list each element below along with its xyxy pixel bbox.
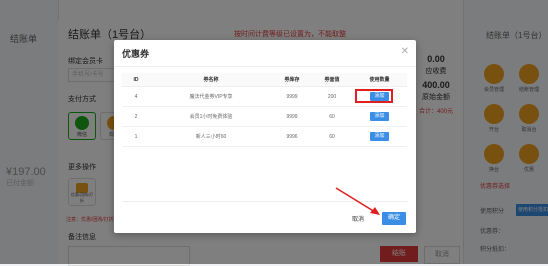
cell-action: 添加: [352, 126, 407, 147]
cell-value: 60: [312, 126, 352, 147]
cell-value: 200: [312, 86, 352, 107]
modal-cancel-button[interactable]: 取消: [352, 214, 364, 223]
col-qty: 使用数量: [352, 73, 407, 87]
coupon-modal: 优惠券 ✕ ID 券名称 券库存 券面值 使用数量 4 魔法代金券VIP专享 9…: [114, 40, 416, 233]
cell-stock: 9996: [272, 126, 312, 147]
cell-action: 添加: [352, 106, 407, 127]
col-id: ID: [122, 73, 150, 87]
cell-value: 60: [312, 106, 352, 127]
table-row: 1 新人三小时60 9996 60 添加: [122, 126, 407, 147]
cell-id: 1: [122, 126, 150, 147]
cell-name: 会员1小时免费体验: [150, 106, 272, 127]
add-coupon-button[interactable]: 添加: [370, 112, 389, 121]
col-value: 券面值: [312, 73, 352, 87]
col-stock: 券库存: [272, 73, 312, 87]
col-name: 券名称: [150, 73, 272, 87]
cell-stock: 9999: [272, 86, 312, 107]
modal-confirm-button[interactable]: 确定: [382, 212, 406, 225]
cell-name: 魔法代金券VIP专享: [150, 86, 272, 107]
cell-name: 新人三小时60: [150, 126, 272, 147]
modal-title: 优惠券: [122, 49, 150, 59]
table-row: 2 会员1小时免费体验 9999 60 添加: [122, 106, 407, 127]
close-icon[interactable]: ✕: [401, 46, 409, 57]
add-coupon-button[interactable]: 添加: [370, 132, 389, 141]
modal-header: 优惠券 ✕: [114, 40, 416, 67]
highlight-annotation-box: [355, 89, 393, 103]
modal-footer-divider: [122, 201, 408, 202]
coupon-table: ID 券名称 券库存 券面值 使用数量 4 魔法代金券VIP专享 9999 20…: [122, 73, 407, 147]
cell-id: 2: [122, 106, 150, 127]
cell-id: 4: [122, 86, 150, 107]
cell-stock: 9999: [272, 106, 312, 127]
table-header-row: ID 券名称 券库存 券面值 使用数量: [122, 73, 407, 87]
